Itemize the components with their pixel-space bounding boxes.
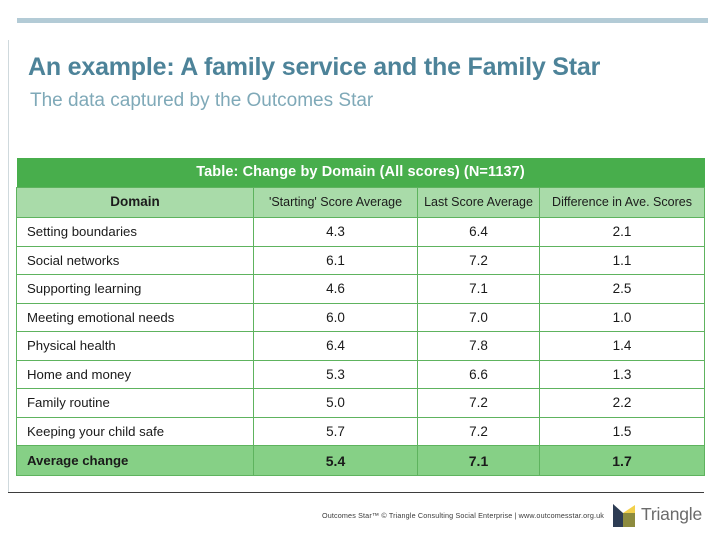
cell-total-last: 7.1 (417, 445, 540, 477)
cell-last: 7.1 (417, 274, 540, 304)
cell-last: 6.4 (417, 217, 540, 247)
cell-starting: 4.6 (253, 274, 418, 304)
cell-domain: Home and money (16, 359, 254, 390)
cell-starting: 4.3 (253, 217, 418, 247)
cell-last: 7.2 (417, 416, 540, 447)
column-header-domain: Domain (16, 186, 254, 219)
cell-last: 7.2 (417, 388, 540, 418)
table-row: Meeting emotional needs 6.0 7.0 1.0 (16, 302, 705, 333)
table-caption-row: Table: Change by Domain (All scores) (N=… (16, 158, 705, 188)
table-row: Setting boundaries 4.3 6.4 2.1 (16, 217, 705, 247)
title-block: An example: A family service and the Fam… (28, 52, 668, 111)
triangle-logo: Triangle (613, 503, 702, 527)
table-row: Social networks 6.1 7.2 1.1 (16, 245, 705, 276)
data-table-container: Table: Change by Domain (All scores) (N=… (16, 158, 705, 477)
cell-starting: 5.0 (253, 388, 418, 418)
cell-domain: Family routine (16, 388, 254, 418)
slide-canvas: An example: A family service and the Fam… (0, 0, 720, 540)
copyright-text: Outcomes Star™ © Triangle Consulting Soc… (321, 510, 605, 520)
table-row: Supporting learning 4.6 7.1 2.5 (16, 274, 705, 304)
table-row: Keeping your child safe 5.7 7.2 1.5 (16, 416, 705, 447)
cell-last: 6.6 (417, 359, 540, 390)
cell-total-label: Average change (16, 445, 254, 477)
cell-difference: 1.5 (539, 416, 705, 447)
cell-starting: 6.0 (253, 302, 418, 333)
column-header-last-score: Last Score Average (417, 186, 540, 219)
cell-starting: 5.7 (253, 416, 418, 447)
table-total-row: Average change 5.4 7.1 1.7 (16, 445, 705, 477)
triangle-logo-wordmark: Triangle (641, 504, 702, 525)
table-row: Home and money 5.3 6.6 1.3 (16, 359, 705, 390)
column-header-difference: Difference in Ave. Scores (539, 186, 705, 219)
column-header-starting-score: 'Starting' Score Average (253, 186, 418, 219)
cell-difference: 2.5 (539, 274, 705, 304)
cell-starting: 5.3 (253, 359, 418, 390)
left-margin-rule (8, 40, 9, 492)
table-row: Physical health 6.4 7.8 1.4 (16, 331, 705, 361)
footer: Outcomes Star™ © Triangle Consulting Soc… (8, 498, 708, 532)
table-header-row: Domain 'Starting' Score Average Last Sco… (16, 186, 705, 219)
cell-difference: 2.1 (539, 217, 705, 247)
change-by-domain-table: Table: Change by Domain (All scores) (N=… (16, 158, 705, 477)
cell-difference: 1.3 (539, 359, 705, 390)
footer-divider (8, 492, 704, 493)
cell-last: 7.8 (417, 331, 540, 361)
cell-difference: 2.2 (539, 388, 705, 418)
cell-total-starting: 5.4 (253, 445, 418, 477)
cell-starting: 6.4 (253, 331, 418, 361)
cell-domain: Keeping your child safe (16, 416, 254, 447)
page-title: An example: A family service and the Fam… (28, 53, 601, 81)
triangle-logo-icon (613, 503, 637, 527)
table-body: Setting boundaries 4.3 6.4 2.1 Social ne… (16, 217, 705, 477)
cell-difference: 1.4 (539, 331, 705, 361)
page-subtitle: The data captured by the Outcomes Star (30, 89, 374, 111)
cell-starting: 6.1 (253, 245, 418, 276)
cell-difference: 1.1 (539, 245, 705, 276)
table-row: Family routine 5.0 7.2 2.2 (16, 388, 705, 418)
top-accent-bar (17, 18, 708, 23)
table-caption: Table: Change by Domain (All scores) (N=… (16, 158, 705, 188)
cell-domain: Setting boundaries (16, 217, 254, 247)
cell-domain: Supporting learning (16, 274, 254, 304)
cell-last: 7.2 (417, 245, 540, 276)
cell-domain: Social networks (16, 245, 254, 276)
cell-last: 7.0 (417, 302, 540, 333)
cell-domain: Physical health (16, 331, 254, 361)
cell-domain: Meeting emotional needs (16, 302, 254, 333)
cell-total-difference: 1.7 (539, 445, 705, 477)
cell-difference: 1.0 (539, 302, 705, 333)
